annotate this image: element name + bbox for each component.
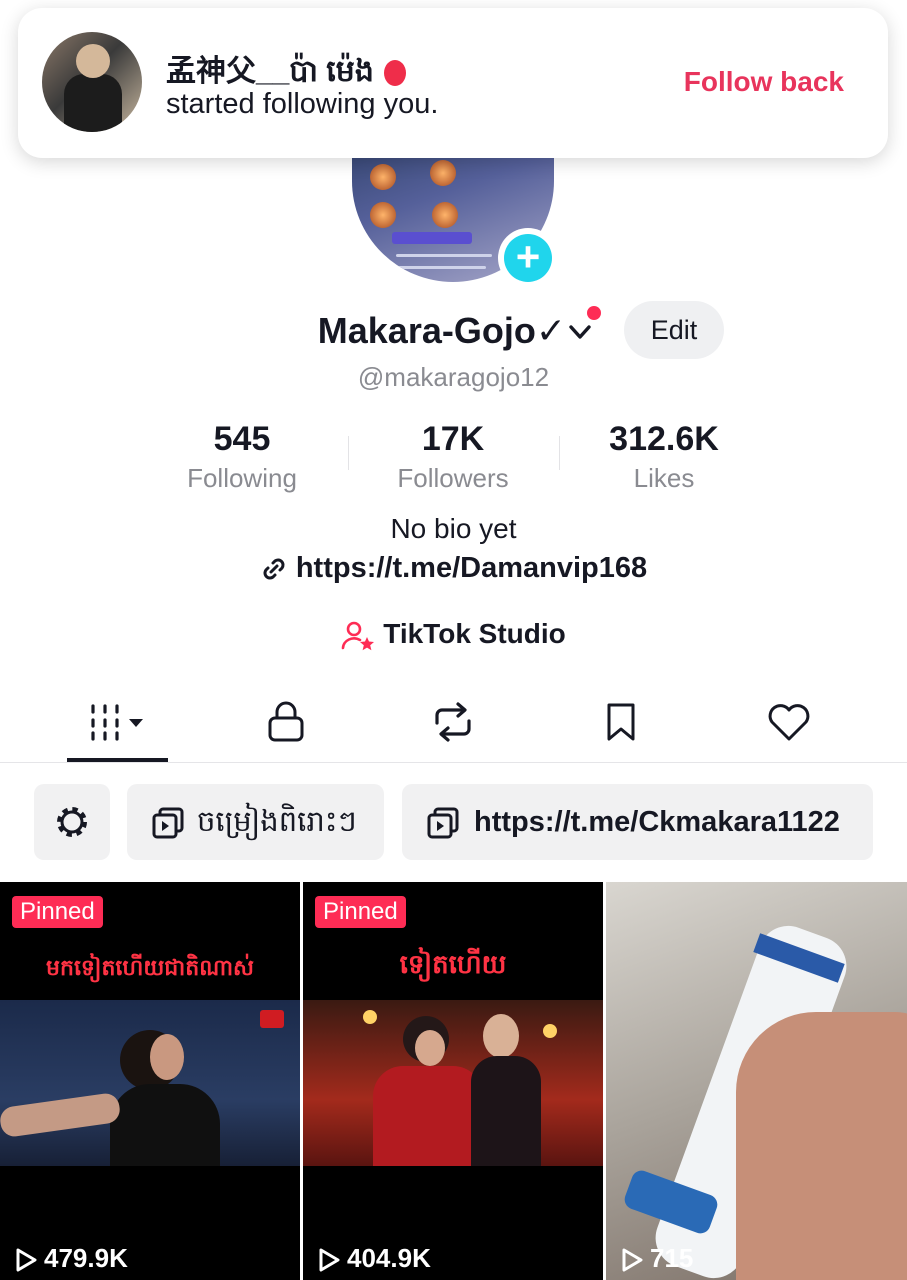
username-handle: @makaragojo12 [357, 362, 550, 392]
repost-icon [435, 702, 471, 742]
bio-link[interactable]: https://t.me/Damanvip168 [0, 552, 907, 585]
playlist-chip-songs[interactable]: ចម្រៀងពិរោះៗ [127, 784, 384, 860]
lock-icon [268, 701, 304, 742]
view-count-text: 715 [650, 1243, 694, 1273]
display-name: Makara-Gojo✓ [317, 310, 566, 351]
stat-followers[interactable]: 17K Followers [343, 420, 563, 494]
add-profile-photo-button[interactable]: + [498, 228, 558, 288]
view-count: 715 [620, 1243, 693, 1274]
view-count: 479.9K [14, 1243, 128, 1274]
heart-icon [768, 704, 810, 741]
followers-count: 17K [421, 420, 485, 458]
notification-avatar [42, 32, 142, 132]
stat-likes[interactable]: 312.6K Likes [554, 420, 774, 494]
following-label: Following [187, 463, 297, 493]
video-caption: ទៀតហើយ [399, 949, 507, 979]
view-count-text: 479.9K [44, 1243, 128, 1273]
view-count-text: 404.9K [347, 1243, 431, 1273]
following-count: 545 [213, 420, 271, 458]
tabs-divider [0, 762, 907, 763]
tab-private[interactable] [236, 690, 336, 754]
playlist-chip-label: ចម្រៀងពិរោះៗ [197, 806, 357, 838]
bookmark-icon [607, 703, 635, 741]
likes-count: 312.6K [609, 420, 719, 458]
play-icon [319, 1248, 340, 1272]
play-icon [16, 1248, 37, 1272]
tab-videos[interactable] [67, 690, 167, 754]
notification-name-text: 孟神父__ប៉ា ម៉េង [166, 55, 374, 88]
notification-dot [587, 306, 601, 320]
likes-label: Likes [633, 463, 695, 493]
tab-reposts[interactable] [403, 690, 503, 754]
tiktok-studio-link[interactable]: TikTok Studio [0, 618, 907, 652]
follow-back-button[interactable]: Follow back [684, 66, 844, 98]
video-tile[interactable]: Pinned ទៀតហើយ 404.9K [303, 882, 603, 1280]
grid-icon [91, 704, 143, 741]
tiktok-studio-label: TikTok Studio [383, 618, 566, 649]
video-caption: មកទៀតហើយជាតិណាស់ [46, 955, 254, 980]
chevron-down-icon[interactable] [566, 318, 594, 346]
followers-label: Followers [397, 463, 509, 493]
plus-icon: + [504, 234, 552, 282]
tab-favorites[interactable] [571, 690, 671, 754]
notification-message: started following you. [166, 88, 439, 120]
bio-link-text: https://t.me/Damanvip168 [295, 552, 648, 584]
stat-following[interactable]: 545 Following [132, 420, 352, 494]
link-icon [263, 558, 285, 580]
follow-notification[interactable]: 孟神父__ប៉ា ម៉េង started following you. Fol… [18, 8, 888, 158]
view-count: 404.9K [317, 1243, 431, 1274]
pinned-badge: Pinned [12, 896, 103, 928]
settings-button[interactable] [34, 784, 110, 860]
pinned-badge: Pinned [315, 896, 406, 928]
playlist-chip-link[interactable]: https://t.me/Ckmakara1122 [402, 784, 873, 860]
gear-icon [57, 807, 87, 837]
playlist-icon [427, 807, 459, 839]
playlist-chip-label: https://t.me/Ckmakara1122 [474, 806, 840, 838]
tab-liked[interactable] [739, 690, 839, 754]
playlist-icon [152, 807, 184, 839]
video-tile[interactable]: Pinned មកទៀតហើយជាតិណាស់ 479.9K [0, 882, 300, 1280]
play-icon [622, 1248, 643, 1272]
edit-profile-button[interactable]: Edit [624, 301, 724, 359]
bio-text[interactable]: No bio yet [0, 513, 907, 545]
creator-star-icon [341, 621, 375, 650]
balloon-icon [384, 60, 407, 87]
video-tile[interactable]: 715 [606, 882, 907, 1280]
